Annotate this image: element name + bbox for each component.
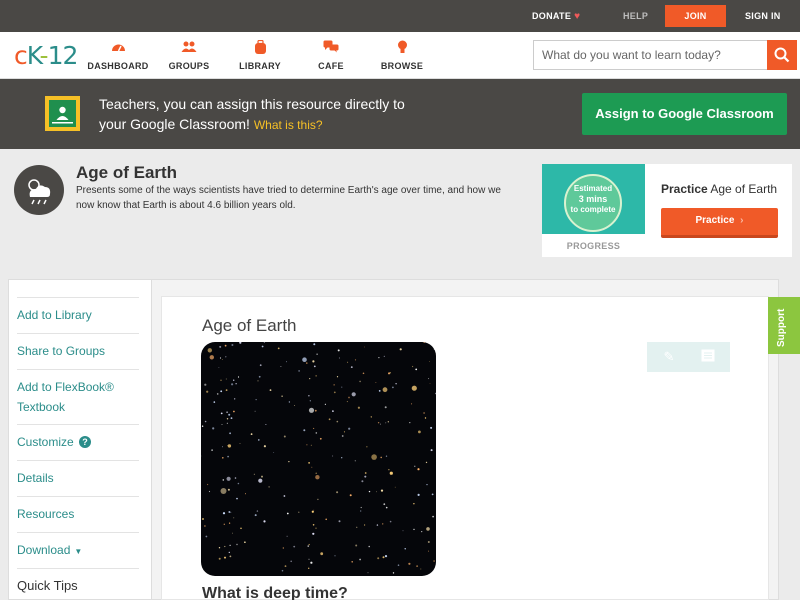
add-to-flexbook-link[interactable]: Add to FlexBook® Textbook [17, 369, 139, 424]
people-icon [154, 40, 224, 55]
concept-title: Age of Earth [76, 163, 178, 182]
nav-browse[interactable]: BROWSE [367, 40, 437, 71]
practice-thumbnail[interactable]: Estimated 3 mins to complete [542, 164, 645, 234]
download-link[interactable]: Download ▼ [17, 532, 139, 568]
nav-dashboard-label: DASHBOARD [87, 61, 149, 71]
heart-icon: ♥ [574, 11, 581, 22]
banner-message: Teachers, you can assign this resource d… [99, 94, 459, 135]
section-heading: What is deep time? [202, 585, 348, 600]
help-question-icon[interactable]: ? [79, 436, 92, 448]
estimate-text: Estimated 3 mins to complete [570, 184, 616, 214]
help-link[interactable]: HELP [623, 0, 648, 32]
pencil-icon[interactable]: ✎ [661, 349, 677, 365]
search-input[interactable] [534, 41, 768, 69]
nav-browse-label: BROWSE [380, 61, 424, 71]
search-icon [774, 47, 790, 63]
lightbulb-icon [367, 40, 437, 55]
resource-sidebar: Add to Library Share to Groups Add to Fl… [8, 279, 151, 600]
google-classroom-banner: Teachers, you can assign this resource d… [0, 79, 800, 149]
gauge-icon [83, 40, 153, 55]
donate-link[interactable]: DONATE ♥ [532, 0, 580, 32]
nav-dashboard[interactable]: DASHBOARD [83, 40, 153, 71]
concept-description: Presents some of the ways scientists hav… [76, 185, 501, 211]
share-to-groups-link[interactable]: Share to Groups [17, 333, 139, 369]
search-bar [533, 40, 797, 70]
sign-in-link[interactable]: SIGN IN [745, 0, 781, 32]
search-button[interactable] [767, 40, 797, 70]
join-button[interactable]: JOIN [665, 5, 726, 27]
main-nav: cK-12 DASHBOARD GROUPS LIBRARY CAFE BROW… [0, 32, 800, 79]
nav-groups-label: GROUPS [168, 61, 210, 71]
weather-cloud-icon [14, 165, 64, 215]
backpack-icon [225, 39, 295, 55]
practice-name: Practice Age of Earth [661, 182, 778, 196]
chevron-right-icon: › [740, 215, 744, 226]
chat-bubbles-icon [296, 40, 366, 55]
customize-link[interactable]: Customize ? [17, 424, 139, 460]
google-classroom-icon [45, 96, 80, 131]
article-title: Age of Earth [202, 316, 297, 335]
progress-label: PROGRESS [566, 241, 621, 251]
what-is-this-link[interactable]: What is this? [254, 118, 323, 132]
banner-line-2: your Google Classroom! [99, 116, 250, 132]
assign-google-classroom-button[interactable]: Assign to Google Classroom [582, 93, 787, 135]
details-link[interactable]: Details [17, 460, 139, 496]
caret-down-icon: ▼ [74, 547, 83, 556]
quick-tips-heading: Quick Tips [17, 568, 139, 600]
utility-bar: DONATE ♥ HELP JOIN SIGN IN [0, 0, 800, 32]
support-tab[interactable]: Support [768, 297, 800, 354]
resources-link[interactable]: Resources [17, 496, 139, 532]
ck12-logo[interactable]: cK-12 [14, 41, 78, 70]
donate-label: DONATE [532, 11, 572, 21]
nav-library-label: LIBRARY [239, 61, 281, 71]
nav-groups[interactable]: GROUPS [154, 40, 224, 71]
notes-icon[interactable] [700, 349, 716, 365]
practice-card: Estimated 3 mins to complete PROGRESS Pr… [542, 164, 792, 257]
nav-cafe-label: CAFE [318, 61, 344, 71]
add-to-library-link[interactable]: Add to Library [17, 297, 139, 333]
nav-library[interactable]: LIBRARY [225, 39, 295, 71]
practice-button[interactable]: Practice › [661, 208, 778, 238]
nav-cafe[interactable]: CAFE [296, 40, 366, 71]
deep-field-image [201, 342, 436, 576]
banner-line-1: Teachers, you can assign this resource d… [99, 96, 405, 112]
annotation-tools: ✎ [647, 342, 730, 372]
